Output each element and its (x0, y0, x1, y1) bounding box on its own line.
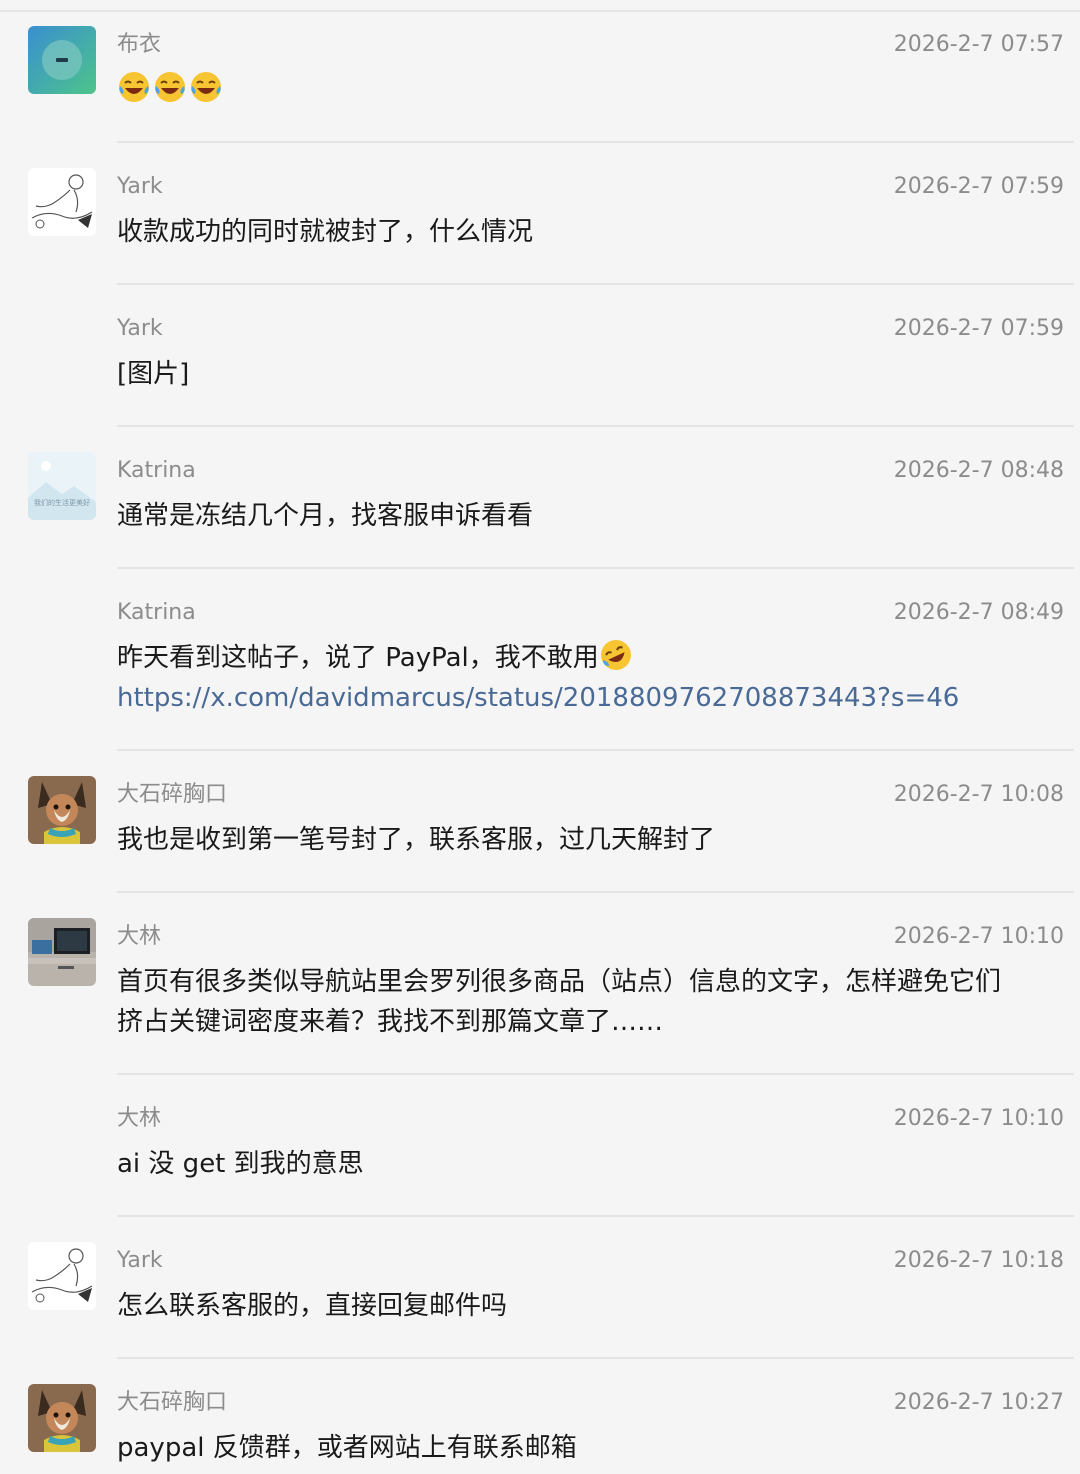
avatar[interactable] (28, 1242, 96, 1310)
chat-message-list: 布衣 2026-2-7 07:57 Yark 2026-2-7 07:59 收款… (0, 0, 1080, 1474)
sender-name: Yark (117, 174, 163, 199)
message-content (117, 70, 1069, 110)
message-time: 2026-2-7 10:27 (893, 1390, 1064, 1415)
message-content: 首页有很多类似导航站里会罗列很多商品（站点）信息的文字，怎样避免它们 挤占关键词… (117, 962, 1069, 1042)
message-time: 2026-2-7 10:08 (893, 782, 1064, 807)
message-item[interactable]: Katrina 2026-2-7 08:49 昨天看到这帖子，说了 PayPal… (0, 598, 1080, 751)
message-content: 昨天看到这帖子，说了 PayPal，我不敢用 https://x.com/dav… (117, 638, 1069, 718)
message-time: 2026-2-7 07:59 (893, 316, 1064, 341)
avatar[interactable] (28, 1384, 96, 1452)
message-content: 收款成功的同时就被封了，什么情况 (117, 212, 1069, 252)
avatar-fox-icon (28, 776, 96, 844)
avatar-fox-icon (28, 1384, 96, 1452)
message-time: 2026-2-7 07:57 (893, 32, 1064, 57)
avatar-caption: 我们的生活更美好 (34, 499, 90, 507)
rolling-laughing-icon (600, 640, 631, 670)
avatar[interactable] (28, 26, 96, 94)
sender-name: Yark (117, 1248, 163, 1273)
message-text: 通常是冻结几个月，找客服申诉看看 (117, 501, 534, 531)
sender-name: Yark (117, 316, 163, 341)
message-divider (117, 567, 1074, 569)
message-text-line: 昨天看到这帖子，说了 PayPal，我不敢用 (117, 638, 1069, 678)
message-divider (117, 749, 1074, 751)
message-item[interactable]: 大林 2026-2-7 10:10 ai 没 get 到我的意思 (0, 1104, 1080, 1217)
avatar[interactable] (28, 168, 96, 236)
message-divider (117, 891, 1074, 893)
message-item[interactable]: Yark 2026-2-7 07:59 收款成功的同时就被封了，什么情况 (0, 168, 1080, 285)
laughing-tears-icon (155, 72, 185, 102)
message-item[interactable]: 大林 2026-2-7 10:10 首页有很多类似导航站里会罗列很多商品（站点）… (0, 918, 1080, 1075)
avatar-buyi-icon (28, 26, 96, 94)
avatar-yark-sketch-icon (28, 1242, 96, 1310)
message-text: 昨天看到这帖子，说了 PayPal，我不敢用 (117, 643, 599, 673)
sender-name: 大林 (117, 924, 162, 949)
avatar[interactable] (28, 776, 96, 844)
message-text: 首页有很多类似导航站里会罗列很多商品（站点）信息的文字，怎样避免它们 (117, 967, 1002, 997)
message-content: ai 没 get 到我的意思 (117, 1144, 1069, 1184)
top-divider (0, 10, 1080, 12)
sender-name: 大石碎胸口 (117, 782, 228, 807)
avatar-desk-setup-icon (28, 918, 96, 986)
sender-name: 布衣 (117, 32, 162, 57)
message-content[interactable]: [图片] (117, 354, 1069, 394)
avatar[interactable] (28, 918, 96, 986)
sender-name: 大石碎胸口 (117, 1390, 228, 1415)
message-divider (117, 141, 1074, 143)
sender-name: Katrina (117, 600, 196, 625)
message-time: 2026-2-7 10:18 (893, 1248, 1064, 1273)
message-time: 2026-2-7 10:10 (893, 1106, 1064, 1131)
message-time: 2026-2-7 10:10 (893, 924, 1064, 949)
message-divider (117, 1073, 1074, 1075)
message-item[interactable]: 大石碎胸口 2026-2-7 10:08 我也是收到第一笔号封了，联系客服，过几… (0, 776, 1080, 893)
image-placeholder-text[interactable]: [图片] (117, 354, 1069, 394)
message-item[interactable]: 布衣 2026-2-7 07:57 (0, 26, 1080, 143)
message-divider (117, 1215, 1074, 1217)
message-time: 2026-2-7 07:59 (893, 174, 1064, 199)
message-content: 通常是冻结几个月，找客服申诉看看 (117, 496, 1069, 536)
message-content: 我也是收到第一笔号封了，联系客服，过几天解封了 (117, 820, 1069, 860)
avatar[interactable]: 我们的生活更美好 (28, 452, 96, 520)
message-divider (117, 425, 1074, 427)
message-time: 2026-2-7 08:48 (893, 458, 1064, 483)
message-item[interactable]: 我们的生活更美好 Katrina 2026-2-7 08:48 通常是冻结几个月… (0, 452, 1080, 569)
avatar-katrina-landscape-icon (28, 452, 96, 520)
message-text: 我也是收到第一笔号封了，联系客服，过几天解封了 (117, 825, 716, 855)
message-content: 怎么联系客服的，直接回复邮件吗 (117, 1286, 1069, 1326)
message-item[interactable]: Yark 2026-2-7 10:18 怎么联系客服的，直接回复邮件吗 (0, 1242, 1080, 1359)
sender-name: Katrina (117, 458, 196, 483)
laughing-tears-icon (191, 72, 221, 102)
message-item[interactable]: Yark 2026-2-7 07:59 [图片] (0, 314, 1080, 427)
message-text: 挤占关键词密度来着？我找不到那篇文章了…… (117, 1007, 664, 1037)
emoji-row (117, 70, 1069, 110)
avatar-yark-sketch-icon (28, 168, 96, 236)
message-text: paypal 反馈群，或者网站上有联系邮箱 (117, 1433, 577, 1463)
message-divider (117, 1357, 1074, 1359)
laughing-tears-icon (119, 72, 149, 102)
message-item[interactable]: 大石碎胸口 2026-2-7 10:27 paypal 反馈群，或者网站上有联系… (0, 1384, 1080, 1474)
message-content: paypal 反馈群，或者网站上有联系邮箱 (117, 1428, 1069, 1468)
message-text: ai 没 get 到我的意思 (117, 1149, 364, 1179)
message-text: 收款成功的同时就被封了，什么情况 (117, 217, 534, 247)
message-text: 怎么联系客服的，直接回复邮件吗 (117, 1291, 508, 1321)
message-divider (117, 283, 1074, 285)
message-time: 2026-2-7 08:49 (893, 600, 1064, 625)
sender-name: 大林 (117, 1106, 162, 1131)
message-link[interactable]: https://x.com/davidmarcus/status/2018809… (117, 678, 1069, 718)
